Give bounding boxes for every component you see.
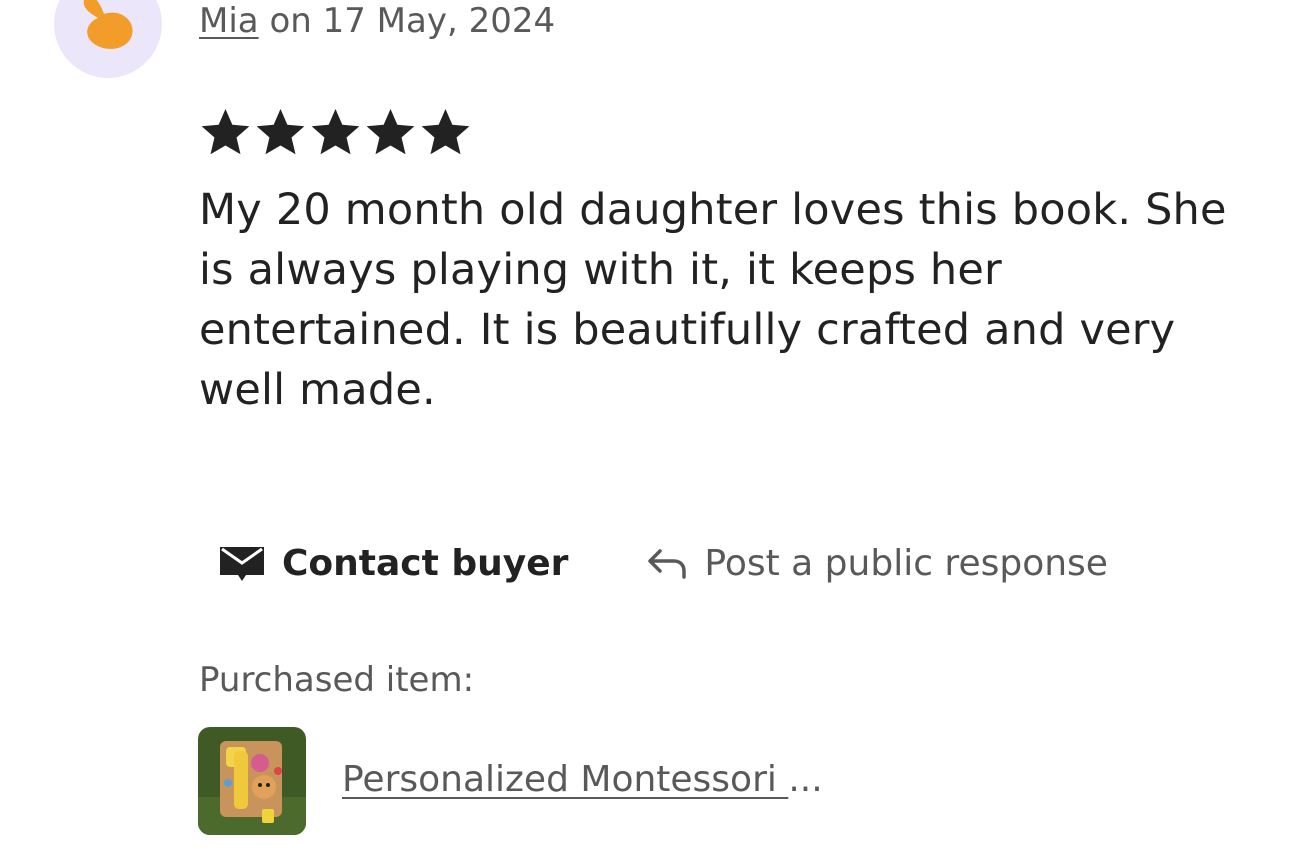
purchased-item-name: Personalized Montessori bbox=[342, 759, 789, 800]
avatar-illustration bbox=[83, 0, 133, 49]
envelope-icon bbox=[218, 543, 266, 583]
star-icon bbox=[421, 109, 470, 155]
review-meta: Mia on 17 May, 2024 bbox=[199, 0, 555, 42]
review-date: on 17 May, 2024 bbox=[269, 1, 556, 41]
item-thumbnail[interactable] bbox=[198, 727, 306, 835]
purchased-item-label: Purchased item: bbox=[199, 660, 475, 700]
review-actions: Contact buyer Post a public response bbox=[218, 538, 1108, 588]
contact-buyer-label: Contact buyer bbox=[282, 542, 569, 584]
post-public-response-label: Post a public response bbox=[704, 542, 1108, 584]
purchased-item-ellipsis: ... bbox=[788, 759, 823, 800]
star-rating bbox=[199, 104, 472, 160]
review-text: My 20 month old daughter loves this book… bbox=[199, 185, 1227, 415]
star-icon bbox=[256, 109, 305, 155]
post-public-response-button[interactable]: Post a public response bbox=[646, 543, 1108, 584]
star-icon bbox=[201, 109, 250, 155]
star-icon bbox=[366, 109, 415, 155]
contact-buyer-button[interactable]: Contact buyer bbox=[218, 543, 568, 584]
purchased-item-link[interactable]: Personalized Montessori ... bbox=[342, 756, 823, 804]
author-link[interactable]: Mia bbox=[199, 1, 259, 41]
reply-arrow-icon bbox=[646, 545, 688, 581]
star-icon bbox=[311, 109, 360, 155]
avatar[interactable] bbox=[54, 0, 162, 78]
item-thumbnail-image bbox=[198, 727, 306, 835]
